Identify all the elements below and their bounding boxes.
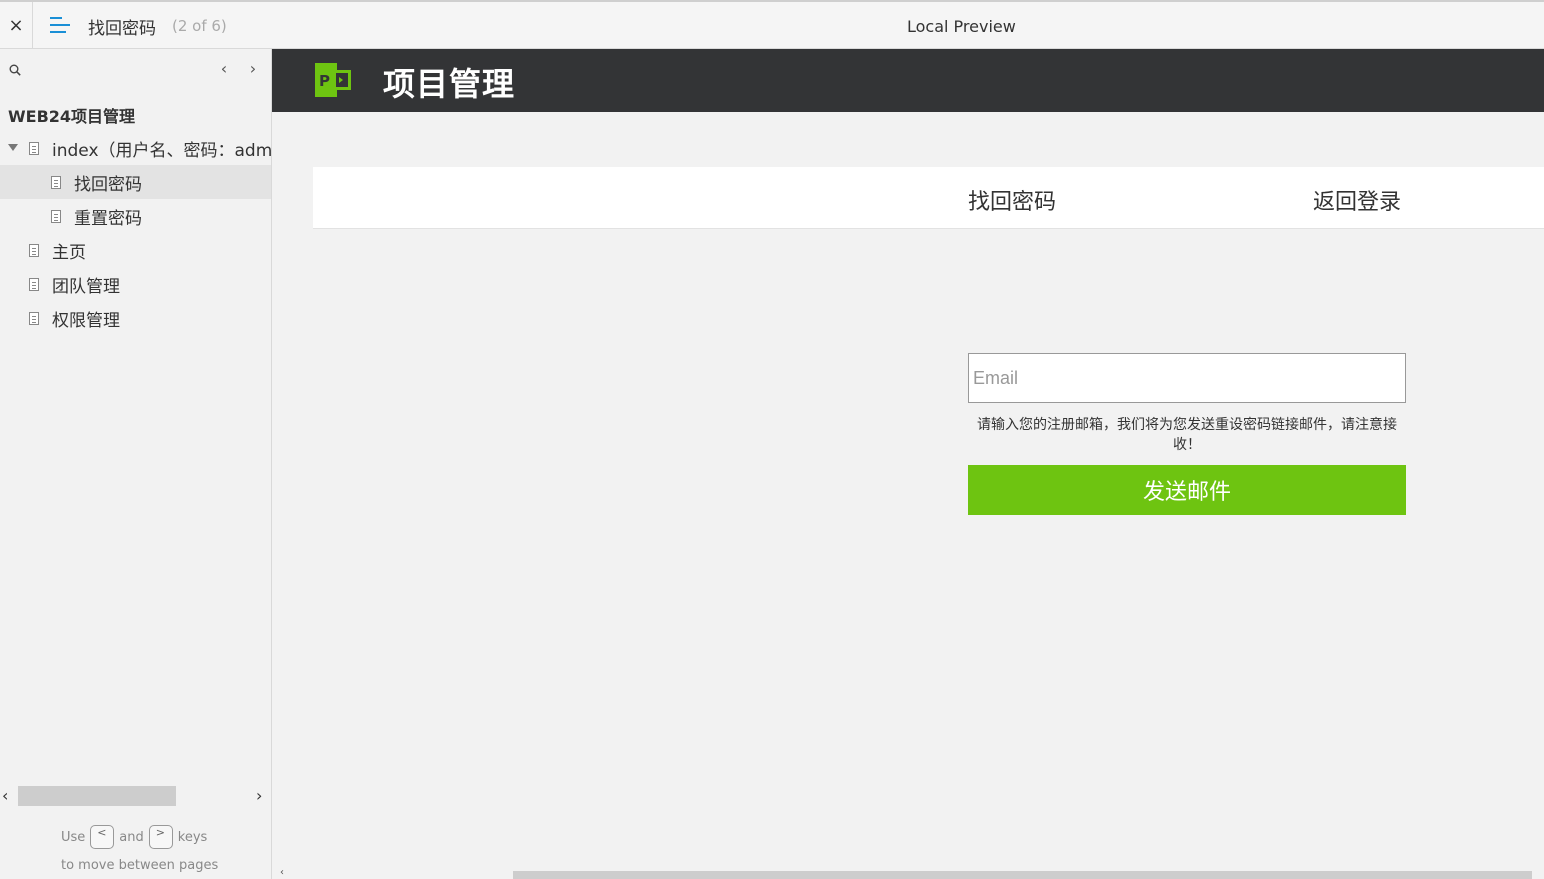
main-scroll-left-icon[interactable]: ‹: [280, 867, 284, 878]
top-bar: × 找回密码 (2 of 6) Local Preview: [0, 0, 1544, 49]
send-email-button[interactable]: 发送邮件: [968, 465, 1406, 515]
hint-use: Use: [61, 829, 86, 845]
email-notice: 请输入您的注册邮箱，我们将为您发送重设密码链接邮件，请注意接收！: [977, 417, 1397, 453]
expand-arrow-icon[interactable]: [8, 144, 18, 151]
page-icon: [51, 210, 61, 223]
tree-item-find-password[interactable]: 找回密码: [0, 165, 271, 199]
tree-item-label: 团队管理: [52, 277, 120, 297]
tree-item-label: 重置密码: [74, 209, 142, 229]
scroll-right-icon[interactable]: ›: [256, 786, 262, 805]
svg-text:P: P: [319, 72, 330, 90]
prev-page-button[interactable]: ‹: [216, 59, 232, 78]
page-title: 找回密码: [88, 19, 156, 39]
scroll-left-icon[interactable]: ‹: [2, 786, 8, 805]
main-horizontal-scrollbar[interactable]: [513, 871, 1532, 879]
panel-title: 找回密码: [968, 190, 1057, 215]
page-icon: [29, 142, 39, 155]
page-tree: index（用户名、密码：admin 找回密码 重置密码 主页 团队管理 权限管…: [0, 131, 271, 335]
tree-item-permissions[interactable]: 权限管理: [0, 301, 271, 335]
window-title: Local Preview: [907, 17, 1016, 36]
next-key-icon: >: [148, 825, 173, 849]
email-input[interactable]: [968, 353, 1406, 403]
page-count: (2 of 6): [172, 17, 227, 35]
page-icon: [29, 278, 39, 291]
tree-item-label: index（用户名、密码：admin: [52, 141, 271, 161]
tree-item-team[interactable]: 团队管理: [0, 267, 271, 301]
page-icon: [51, 176, 61, 189]
tree-item-label: 权限管理: [52, 311, 120, 331]
tree-item-reset-password[interactable]: 重置密码: [0, 199, 271, 233]
hint-line2: to move between pages: [61, 858, 219, 873]
tree-item-home[interactable]: 主页: [0, 233, 271, 267]
sidebar-horizontal-scrollbar[interactable]: ‹ ›: [0, 786, 271, 806]
page-icon: [29, 244, 39, 257]
tree-item-label: 主页: [52, 243, 86, 263]
panel-header: 找回密码 返回登录: [313, 167, 1544, 229]
project-logo-icon: P: [315, 63, 351, 97]
sidebar: ‹ › WEB24项目管理 index（用户名、密码：admin 找回密码 重置…: [0, 49, 272, 879]
hint-and: and: [119, 829, 144, 845]
close-button[interactable]: ×: [0, 2, 33, 49]
hint-keys: keys: [177, 829, 208, 845]
app-title: 项目管理: [383, 65, 516, 103]
tree-item-index[interactable]: index（用户名、密码：admin: [0, 131, 271, 165]
search-icon[interactable]: [9, 64, 21, 76]
project-name: WEB24项目管理: [8, 107, 136, 126]
next-page-button[interactable]: ›: [245, 59, 261, 78]
page-icon: [29, 312, 39, 325]
prev-key-icon: <: [90, 825, 115, 849]
menu-icon[interactable]: [50, 17, 70, 33]
scrollbar-thumb[interactable]: [18, 786, 176, 806]
back-to-login-link[interactable]: 返回登录: [1313, 184, 1401, 216]
tree-item-label: 找回密码: [74, 175, 142, 195]
app-header: P 项目管理: [272, 49, 1544, 112]
preview-area: P 项目管理 找回密码 返回登录 请输入您的注册邮箱，我们将为您发送重设密码链接…: [272, 49, 1544, 879]
